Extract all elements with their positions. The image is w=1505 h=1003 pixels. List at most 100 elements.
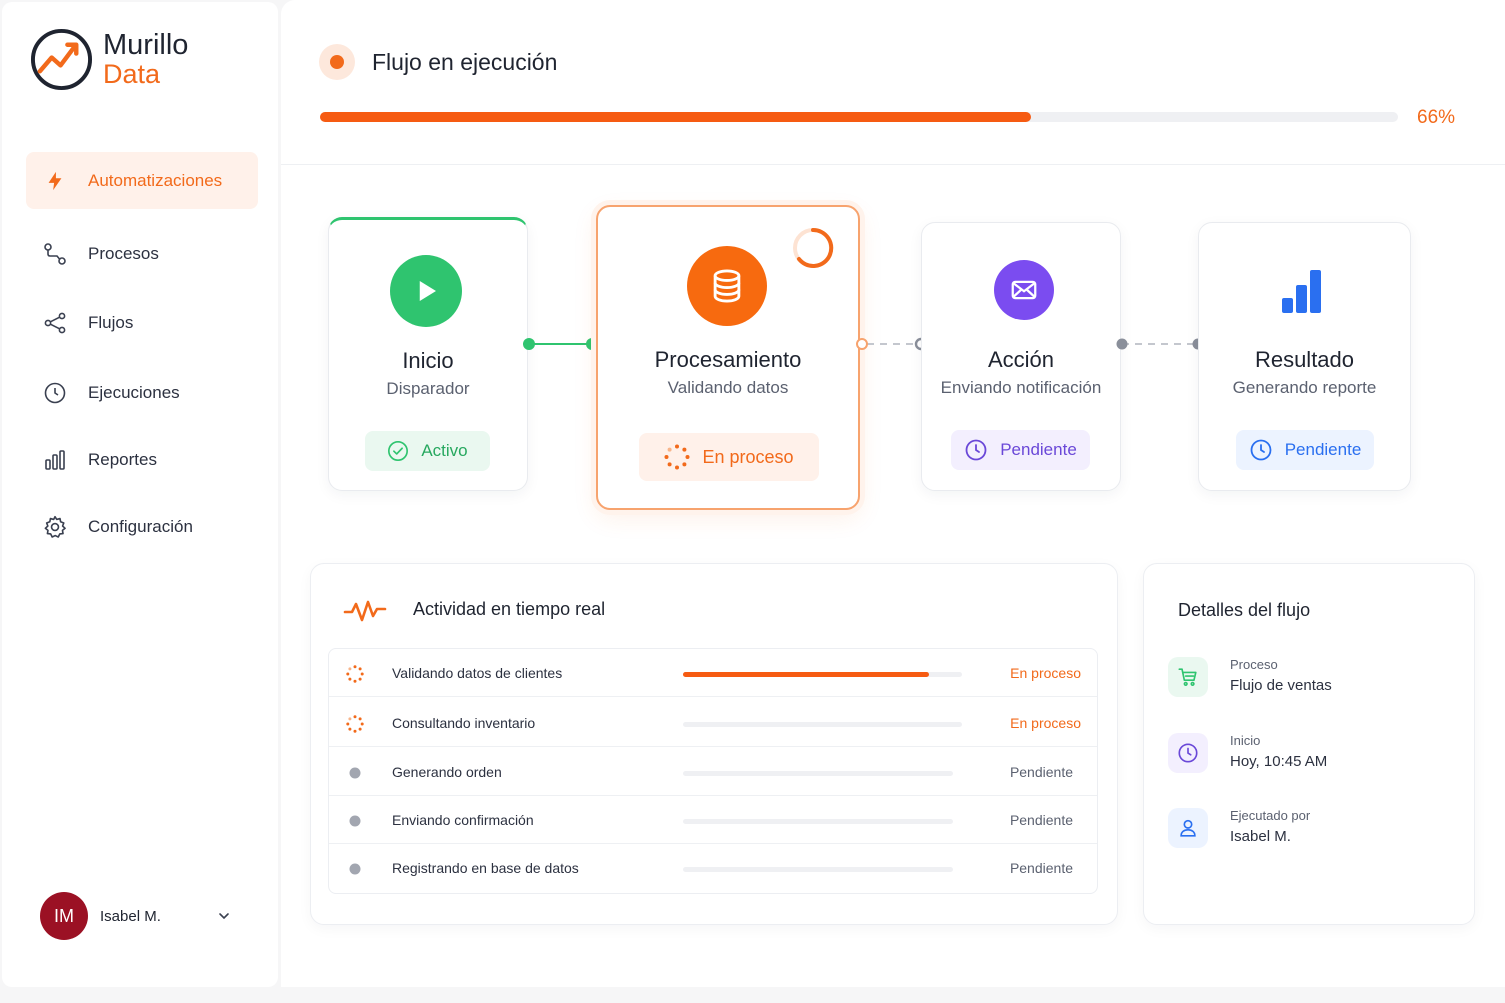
activity-progress-bar (683, 819, 953, 824)
sidebar-item-flujos[interactable]: Flujos (26, 294, 258, 351)
chevron-down-icon[interactable] (216, 908, 232, 924)
avatar: IM (40, 892, 88, 940)
process-icon (42, 241, 68, 267)
clock-icon (1250, 439, 1272, 461)
logo-chart-icon (30, 28, 93, 91)
step-title: Acción (987, 347, 1055, 372)
flow-details-panel: Detalles del flujo Proceso Flujo de vent… (1143, 563, 1475, 925)
detail-ejecutado-por: Ejecutado por Isabel M. (1168, 808, 1448, 858)
step-subtitle: Validando datos (667, 378, 789, 397)
activity-status: Pendiente (1009, 764, 1073, 780)
sidebar-item-label: Configuración (88, 516, 193, 536)
sidebar-item-procesos[interactable]: Procesos (26, 225, 258, 282)
detail-value: Hoy, 10:45 AM (1230, 753, 1328, 770)
database-icon (687, 246, 767, 326)
user-icon (1168, 808, 1208, 848)
status-badge: Pendiente (951, 430, 1090, 470)
status-badge-label: En proceso (702, 446, 794, 467)
step-subtitle: Disparador (386, 379, 470, 398)
list-item[interactable]: Enviando confirmación Pendiente (329, 796, 1097, 844)
list-item[interactable]: Registrando en base de datos Pendiente (329, 844, 1097, 892)
play-icon (390, 255, 462, 327)
bar-chart-icon (42, 447, 68, 473)
activity-text: Validando datos de clientes (392, 665, 563, 681)
sidebar-item-label: Automatizaciones (88, 170, 223, 190)
sidebar-item-ejecuciones[interactable]: Ejecuciones (26, 364, 258, 421)
envelope-icon (994, 260, 1054, 320)
step-title: Inicio (402, 348, 454, 373)
list-item[interactable]: Validando datos de clientes En proceso (329, 649, 1097, 697)
activity-progress-fill (683, 672, 929, 677)
flow-connector (523, 338, 598, 350)
sidebar-item-reportes[interactable]: Reportes (26, 431, 258, 488)
activity-text: Consultando inventario (392, 715, 536, 731)
sidebar: Murillo Data Automatizaciones Procesos F… (2, 2, 278, 987)
sidebar-item-automatizaciones[interactable]: Automatizaciones (26, 152, 258, 209)
activity-pulse-icon (343, 600, 387, 622)
status-badge: En proceso (639, 433, 819, 481)
step-subtitle: Enviando notificación (940, 378, 1102, 397)
activity-status: Pendiente (1009, 812, 1073, 828)
activity-list: Validando datos de clientes En proceso C… (328, 648, 1098, 894)
list-item[interactable]: Consultando inventario En proceso (329, 699, 1097, 747)
detail-inicio: Inicio Hoy, 10:45 AM (1168, 733, 1448, 783)
running-indicator-icon (319, 44, 355, 80)
step-card-accion[interactable]: Acción Enviando notificación Pendiente (921, 222, 1121, 491)
run-progress-percent: 66% (1417, 107, 1456, 128)
status-badge-label: Pendiente (1284, 440, 1362, 459)
run-progress-bar (320, 112, 1398, 122)
bolt-icon (42, 168, 68, 194)
activity-progress-bar (683, 672, 962, 677)
user-menu[interactable]: IM Isabel M. (40, 891, 240, 941)
brand-name: Murillo (103, 28, 189, 61)
user-name: Isabel M. (100, 907, 161, 925)
detail-value: Isabel M. (1230, 828, 1291, 845)
flow-connector (1116, 338, 1204, 350)
loading-dots-icon (346, 715, 364, 733)
sidebar-item-label: Flujos (88, 312, 134, 332)
activity-text: Enviando confirmación (392, 812, 534, 828)
step-card-resultado[interactable]: Resultado Generando reporte Pendiente (1198, 222, 1411, 491)
detail-label: Inicio (1230, 733, 1261, 748)
brand-name-accent: Data (103, 58, 161, 89)
step-subtitle: Generando reporte (1232, 378, 1377, 397)
pending-dot-icon (346, 860, 364, 878)
page-title: Flujo en ejecución (372, 49, 558, 75)
status-badge-label: Activo (421, 441, 468, 460)
sidebar-item-label: Ejecuciones (88, 382, 180, 402)
clock-icon (42, 380, 68, 406)
sidebar-item-label: Reportes (88, 449, 157, 469)
pending-dot-icon (346, 764, 364, 782)
detail-label: Proceso (1230, 657, 1278, 672)
run-progress-fill (320, 112, 1032, 122)
step-card-procesamiento[interactable]: Procesamiento Validando datos En proceso (596, 205, 860, 510)
activity-text: Generando orden (392, 764, 502, 780)
status-badge: Activo (365, 431, 490, 471)
gear-icon (42, 514, 68, 540)
list-item[interactable]: Generando orden Pendiente (329, 748, 1097, 796)
status-badge: Pendiente (1236, 430, 1374, 470)
activity-panel: Actividad en tiempo real Validando datos… (310, 563, 1118, 925)
loading-spinner-icon (793, 227, 834, 268)
share-nodes-icon (42, 310, 68, 336)
step-card-inicio[interactable]: Inicio Disparador Activo (328, 217, 528, 491)
loading-dots-icon (346, 665, 364, 683)
details-title: Detalles del flujo (1178, 600, 1311, 620)
bar-chart-icon (1269, 261, 1333, 321)
main-content: Flujo en ejecución 66% Inicio Disparador… (281, 0, 1505, 987)
activity-progress-bar (683, 867, 953, 872)
activity-text: Registrando en base de datos (392, 860, 579, 876)
clock-icon (1168, 733, 1208, 773)
detail-value: Flujo de ventas (1230, 677, 1332, 694)
sidebar-item-configuracion[interactable]: Configuración (26, 498, 258, 555)
activity-status: En proceso (1010, 665, 1081, 681)
status-badge-label: Pendiente (1000, 440, 1077, 459)
activity-progress-bar (683, 771, 953, 776)
activity-title: Actividad en tiempo real (413, 599, 606, 619)
activity-progress-bar (683, 722, 962, 727)
detail-proceso: Proceso Flujo de ventas (1168, 657, 1448, 707)
loading-dots-icon (664, 444, 690, 470)
detail-label: Ejecutado por (1230, 808, 1311, 823)
activity-status: Pendiente (1009, 860, 1073, 876)
brand-logo[interactable]: Murillo Data (30, 28, 188, 91)
